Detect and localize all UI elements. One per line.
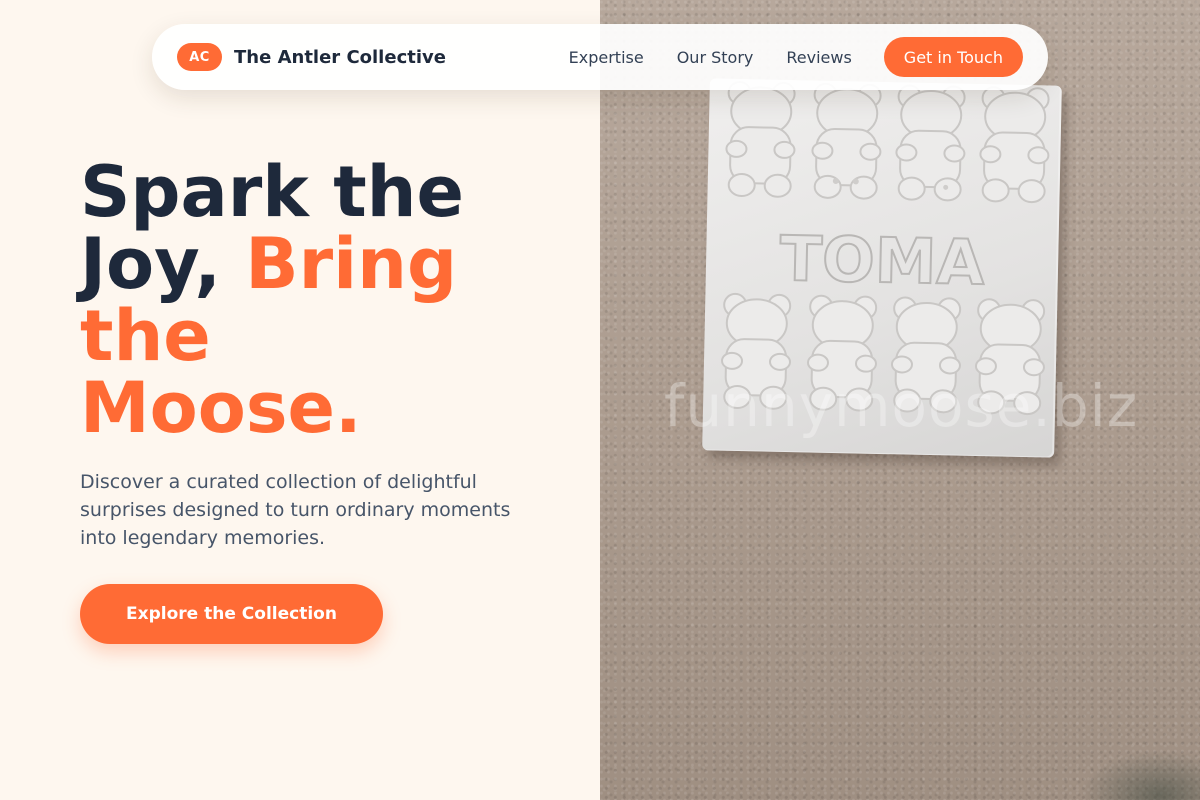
- hero-title-line-4: Moose.: [80, 367, 362, 449]
- hero-title-line-2b: Bring: [245, 223, 458, 305]
- plaque-text: TOMA: [779, 222, 985, 299]
- nav-link-reviews[interactable]: Reviews: [786, 48, 851, 67]
- hero-left-panel: Spark the Joy, Bring the Moose. Discover…: [0, 0, 600, 800]
- nav-links: Expertise Our Story Reviews Get in Touch: [569, 37, 1023, 77]
- hero-headline: Spark the Joy, Bring the Moose.: [80, 156, 560, 444]
- hero-title-line-2a: Joy,: [80, 223, 246, 305]
- brand-logo[interactable]: AC The Antler Collective: [177, 43, 446, 71]
- hero-subtitle: Discover a curated collection of delight…: [80, 471, 511, 549]
- hero-title-line-3: the: [80, 295, 211, 377]
- brand-badge: AC: [177, 43, 222, 71]
- brand-name: The Antler Collective: [234, 46, 446, 68]
- nav-link-our-story[interactable]: Our Story: [677, 48, 754, 67]
- get-in-touch-button[interactable]: Get in Touch: [883, 37, 1023, 77]
- photo-corner-shadow: [1080, 750, 1200, 800]
- top-navbar: AC The Antler Collective Expertise Our S…: [152, 24, 1048, 90]
- nav-link-expertise[interactable]: Expertise: [569, 48, 644, 67]
- hero-title-line-1: Spark the: [80, 151, 464, 233]
- explore-collection-button[interactable]: Explore the Collection: [80, 584, 383, 644]
- watermark-text: funnymoose.biz: [664, 372, 1139, 440]
- hero-photo: TOMA funnymoose.biz: [600, 0, 1200, 800]
